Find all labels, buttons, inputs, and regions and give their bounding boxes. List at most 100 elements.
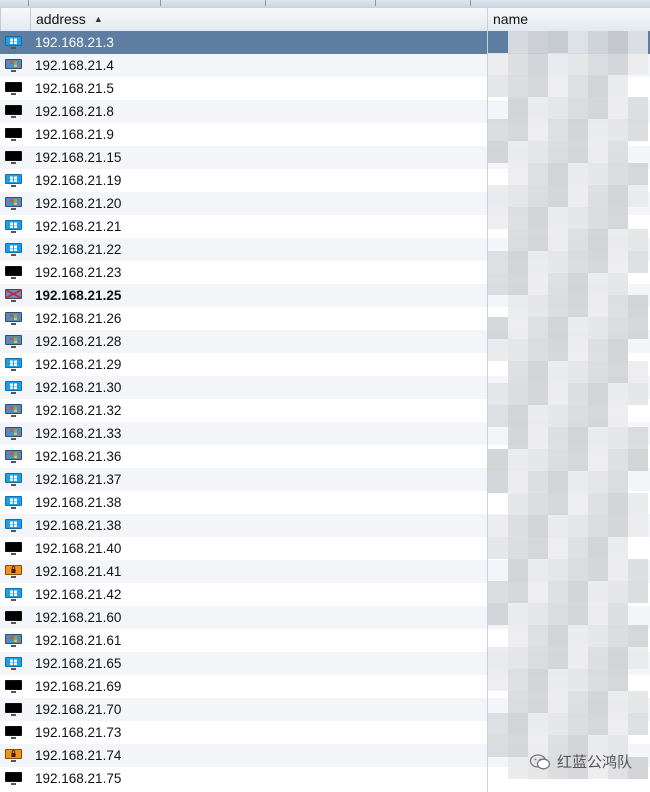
toolbar-separator (28, 0, 29, 6)
address-cell: 192.168.21.75 (35, 771, 122, 786)
address-cell: 192.168.21.74 (35, 748, 122, 763)
address-cell: 192.168.21.9 (35, 127, 114, 142)
address-cell: 192.168.21.28 (35, 334, 122, 349)
windows-monitor-icon (5, 588, 22, 601)
windows-logo-monitor-icon (5, 197, 22, 210)
black-monitor-icon (5, 105, 22, 118)
windows-monitor-icon (5, 220, 22, 233)
windows-logo-monitor-icon (5, 312, 22, 325)
address-cell: 192.168.21.38 (35, 518, 122, 533)
black-monitor-icon (5, 266, 22, 279)
toolbar-separator (160, 0, 161, 6)
table-row[interactable]: 192.168.21.41 (0, 560, 650, 583)
address-cell: 192.168.21.22 (35, 242, 122, 257)
table-row[interactable]: 192.168.21.30 (0, 376, 650, 399)
table-row[interactable]: 192.168.21.4 (0, 54, 650, 77)
locked-monitor-icon (5, 565, 22, 578)
toolbar-separator (470, 0, 471, 6)
address-column-header[interactable]: address ▲ (30, 8, 487, 31)
toolbar-separator (375, 0, 376, 6)
table-row[interactable]: 192.168.21.3 (0, 31, 650, 54)
table-row[interactable]: 192.168.21.5 (0, 77, 650, 100)
table-row[interactable]: 192.168.21.40 (0, 537, 650, 560)
black-monitor-icon (5, 611, 22, 624)
table-row[interactable]: 192.168.21.33 (0, 422, 650, 445)
table-row[interactable]: 192.168.21.65 (0, 652, 650, 675)
windows-monitor-icon (5, 519, 22, 532)
black-monitor-icon (5, 128, 22, 141)
table-row[interactable]: 192.168.21.73 (0, 721, 650, 744)
windows-logo-monitor-icon (5, 404, 22, 417)
locked-monitor-icon (5, 749, 22, 762)
toolbar-separator (265, 0, 266, 6)
table-row[interactable]: 192.168.21.37 (0, 468, 650, 491)
address-cell: 192.168.21.8 (35, 104, 114, 119)
windows-monitor-icon (5, 358, 22, 371)
table-row[interactable]: 192.168.21.32 (0, 399, 650, 422)
address-cell: 192.168.21.37 (35, 472, 122, 487)
address-cell: 192.168.21.32 (35, 403, 122, 418)
table-row[interactable]: 192.168.21.29 (0, 353, 650, 376)
address-cell: 192.168.21.30 (35, 380, 122, 395)
table-row[interactable]: 192.168.21.60 (0, 606, 650, 629)
table-row[interactable]: 192.168.21.9 (0, 123, 650, 146)
table-row[interactable]: 192.168.21.20 (0, 192, 650, 215)
address-cell: 192.168.21.65 (35, 656, 122, 671)
address-cell: 192.168.21.23 (35, 265, 122, 280)
windows-monitor-icon (5, 381, 22, 394)
table-row[interactable]: 192.168.21.38 (0, 514, 650, 537)
table-row[interactable]: 192.168.21.26 (0, 307, 650, 330)
table-row[interactable]: 192.168.21.15 (0, 146, 650, 169)
address-cell: 192.168.21.69 (35, 679, 122, 694)
address-header-label: address (36, 11, 86, 27)
table-row[interactable]: 192.168.21.69 (0, 675, 650, 698)
address-cell: 192.168.21.5 (35, 81, 114, 96)
table-row[interactable]: 192.168.21.22 (0, 238, 650, 261)
icon-column-header[interactable] (0, 8, 30, 31)
address-cell: 192.168.21.60 (35, 610, 122, 625)
address-cell: 192.168.21.42 (35, 587, 122, 602)
windows-logo-monitor-icon (5, 450, 22, 463)
table-row[interactable]: 192.168.21.23 (0, 261, 650, 284)
table-row[interactable]: 192.168.21.70 (0, 698, 650, 721)
windows-monitor-icon (5, 36, 22, 49)
black-monitor-icon (5, 542, 22, 555)
black-monitor-icon (5, 82, 22, 95)
address-cell: 192.168.21.41 (35, 564, 122, 579)
table-header: address ▲ name (0, 8, 650, 32)
table-row[interactable]: 192.168.21.19 (0, 169, 650, 192)
windows-monitor-icon (5, 657, 22, 670)
windows-monitor-icon (5, 473, 22, 486)
black-monitor-icon (5, 703, 22, 716)
address-cell: 192.168.21.26 (35, 311, 122, 326)
table-row[interactable]: 192.168.21.42 (0, 583, 650, 606)
address-cell: 192.168.21.38 (35, 495, 122, 510)
name-header-label: name (493, 11, 529, 27)
address-cell: 192.168.21.29 (35, 357, 122, 372)
windows-monitor-icon (5, 243, 22, 256)
address-cell: 192.168.21.4 (35, 58, 114, 73)
table-row[interactable]: 192.168.21.61 (0, 629, 650, 652)
windows-logo-monitor-icon (5, 335, 22, 348)
address-cell: 192.168.21.19 (35, 173, 122, 188)
black-monitor-icon (5, 726, 22, 739)
table-row[interactable]: 192.168.21.8 (0, 100, 650, 123)
name-column-header[interactable]: name (487, 8, 650, 31)
windows-logo-monitor-icon (5, 59, 22, 72)
black-monitor-icon (5, 772, 22, 785)
windows-monitor-icon (5, 496, 22, 509)
wechat-icon (529, 753, 551, 769)
address-cell: 192.168.21.15 (35, 150, 122, 165)
compromised-monitor-icon (5, 289, 22, 302)
column-divider (487, 8, 488, 792)
host-list: 192.168.21.3 192.168.21.4 192.168.21.5 192.… (0, 31, 650, 790)
table-row[interactable]: 192.168.21.36 (0, 445, 650, 468)
table-row[interactable]: 192.168.21.25 (0, 284, 650, 307)
table-row[interactable]: 192.168.21.28 (0, 330, 650, 353)
address-cell: 192.168.21.21 (35, 219, 122, 234)
address-cell: 192.168.21.20 (35, 196, 122, 211)
windows-monitor-icon (5, 174, 22, 187)
address-cell: 192.168.21.36 (35, 449, 122, 464)
table-row[interactable]: 192.168.21.38 (0, 491, 650, 514)
table-row[interactable]: 192.168.21.21 (0, 215, 650, 238)
